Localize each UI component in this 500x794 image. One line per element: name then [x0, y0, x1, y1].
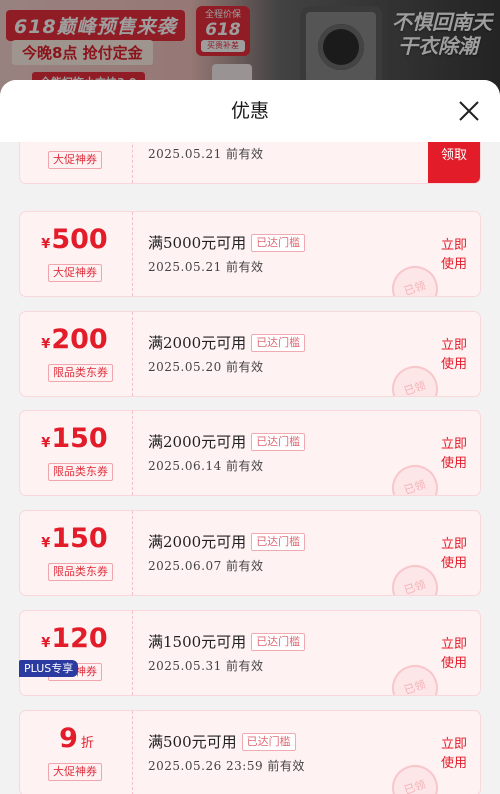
coupon-condition-text: 满2000元可用: [148, 433, 247, 451]
coupon-expiry: 2025.05.20 前有效: [148, 360, 264, 374]
use-now-button[interactable]: 立即 使用: [428, 711, 480, 794]
coupon-condition-text: 满1500元可用: [148, 633, 247, 651]
coupon-amount-value: 9: [59, 723, 78, 754]
currency-symbol: ¥: [41, 436, 51, 451]
sheet-header: 优惠: [0, 80, 500, 142]
coupon-condition: 满1500元可用 已达门槛: [148, 631, 306, 652]
coupon-condition-text: 满2000元可用: [148, 334, 247, 352]
use-now-button[interactable]: 立即 使用: [428, 511, 480, 595]
use-now-button[interactable]: 立即 使用: [428, 411, 480, 495]
coupon-amount: 9折: [20, 723, 132, 760]
coupon-expiry: 2025.05.21 前有效: [148, 260, 264, 274]
use-now-button[interactable]: 立即 使用: [428, 312, 480, 396]
coupon-condition-text: 满500元可用: [148, 733, 237, 751]
coupon-amount: ¥150: [20, 523, 132, 560]
coupon-condition: 满5000元可用已达门槛: [148, 232, 306, 253]
coupon-type-tag: 限品类东券: [48, 563, 113, 581]
coupon-action-label: 立即 使用: [440, 338, 467, 372]
use-now-button[interactable]: 立即 使用: [428, 212, 480, 296]
coupon-value-area: ¥120大促神券: [20, 611, 133, 695]
coupon-amount-value: 120: [51, 623, 108, 654]
coupon-card[interactable]: ¥200 限品类东券 满2000元可用 已达门槛 2025.05.20 前有效 已领 立即使…: [19, 311, 481, 397]
coupon-amount-value: 150: [51, 523, 108, 554]
coupon-condition: 满2000元可用 已达门槛: [148, 431, 306, 452]
close-button[interactable]: [454, 96, 484, 126]
coupon-condition: 满2000元可用 已达门槛: [148, 531, 306, 552]
coupon-expiry: 2025.05.31 前有效: [148, 659, 264, 673]
coupon-action-label: 立即 使用: [440, 238, 467, 272]
coupon-condition: 满2000元可用 已达门槛: [148, 332, 306, 353]
coupon-expiry: 2025.06.07 前有效: [148, 559, 264, 573]
coupon-card[interactable]: ¥500 大促神券 满5000元可用 已达门槛 2025.05.21 前有效 已领 立即 使用: [19, 211, 481, 297]
coupon-card[interactable]: ¥150 限品类东券 满2000元可用 已达门槛 2025.06.07 前有效 已领 立即使…: [19, 510, 481, 596]
coupon-amount: ¥200: [20, 324, 132, 361]
coupon-condition-text: 满5000元可用: [148, 234, 247, 252]
coupon-card[interactable]: ¥150 限品类东券 满2000元可用 已达门槛 2025.06.14 前有效 已领 立即使…: [19, 410, 481, 496]
threshold-met-badge: 已达门槛: [251, 633, 306, 651]
coupon-type-tag: 大促神券: [48, 151, 102, 169]
coupon-amount-value: 150: [51, 423, 108, 454]
coupon-type-tag: 大促神券: [48, 264, 102, 282]
coupon-value-area: ¥500 大促神券: [20, 212, 133, 296]
threshold-met-badge: 已达门槛: [251, 234, 306, 252]
coupon-card[interactable]: 9 折大促神券 满500元可用 已达门槛 2025.05.26 23:59 前有效 已领立…: [19, 710, 481, 794]
sheet-title: 优惠: [230, 100, 269, 122]
plus-exclusive-badge: PLUS专享: [19, 660, 79, 677]
close-icon: [459, 101, 479, 121]
coupon-condition: 满500元可用 已达门槛: [148, 731, 296, 752]
coupon-amount: ¥500: [20, 224, 132, 261]
coupon-amount: ¥120: [20, 623, 132, 660]
threshold-met-badge: 已达门槛: [241, 733, 296, 751]
coupon-expiry: 2025.05.26 23:59 前有效: [148, 759, 305, 773]
coupon-amount-unit: 折: [80, 736, 94, 751]
coupon-type-tag: 大促神券: [48, 763, 102, 781]
currency-symbol: ¥: [41, 337, 51, 352]
coupon-list[interactable]: ¥500大促神券满5000元可用已达门槛2025.05.21 前有效立即领取¥5…: [0, 130, 500, 794]
threshold-met-badge: 已达门槛: [251, 433, 306, 451]
currency-symbol: ¥: [41, 536, 51, 551]
coupon-card[interactable]: ¥120大促神券满1500元可用已达门槛2025.05.31 前有效已领立即使用: [19, 610, 481, 696]
coupon-condition-text: 满2000元可用: [148, 533, 247, 551]
coupon-amount: ¥150: [20, 423, 132, 460]
coupon-action-label: 立即 使用: [440, 537, 467, 571]
coupon-type-tag: 限品类东券: [48, 463, 113, 481]
use-now-button[interactable]: 立即 使用: [428, 611, 480, 695]
coupon-action-label: 立即 使用: [440, 637, 467, 671]
coupon-sheet: 优惠 ¥500大促神券满5000元可用已达门槛2025.05.21 前有效立即领…: [0, 80, 500, 794]
currency-symbol: ¥: [41, 237, 51, 252]
coupon-type-tag: 限品类东券: [48, 364, 113, 382]
threshold-met-badge: 已达门槛: [251, 334, 306, 352]
coupon-expiry: 2025.06.14 前有效: [148, 459, 264, 473]
coupon-amount-value: 200: [51, 324, 108, 355]
currency-symbol: ¥: [41, 636, 51, 651]
coupon-value-area: ¥200 限品类东券: [20, 312, 133, 396]
coupon-action-label: 立即 使用: [440, 437, 467, 471]
threshold-met-badge: 已达门槛: [251, 533, 306, 551]
coupon-value-area: ¥150 限品类东券: [20, 411, 133, 495]
coupon-action-label: 立即 使用: [440, 737, 467, 771]
coupon-amount-value: 500: [51, 224, 108, 255]
coupon-expiry: 2025.05.21 前有效: [148, 147, 264, 161]
coupon-value-area: 9 折大促神券: [20, 711, 133, 794]
coupon-value-area: ¥150 限品类东券: [20, 511, 133, 595]
